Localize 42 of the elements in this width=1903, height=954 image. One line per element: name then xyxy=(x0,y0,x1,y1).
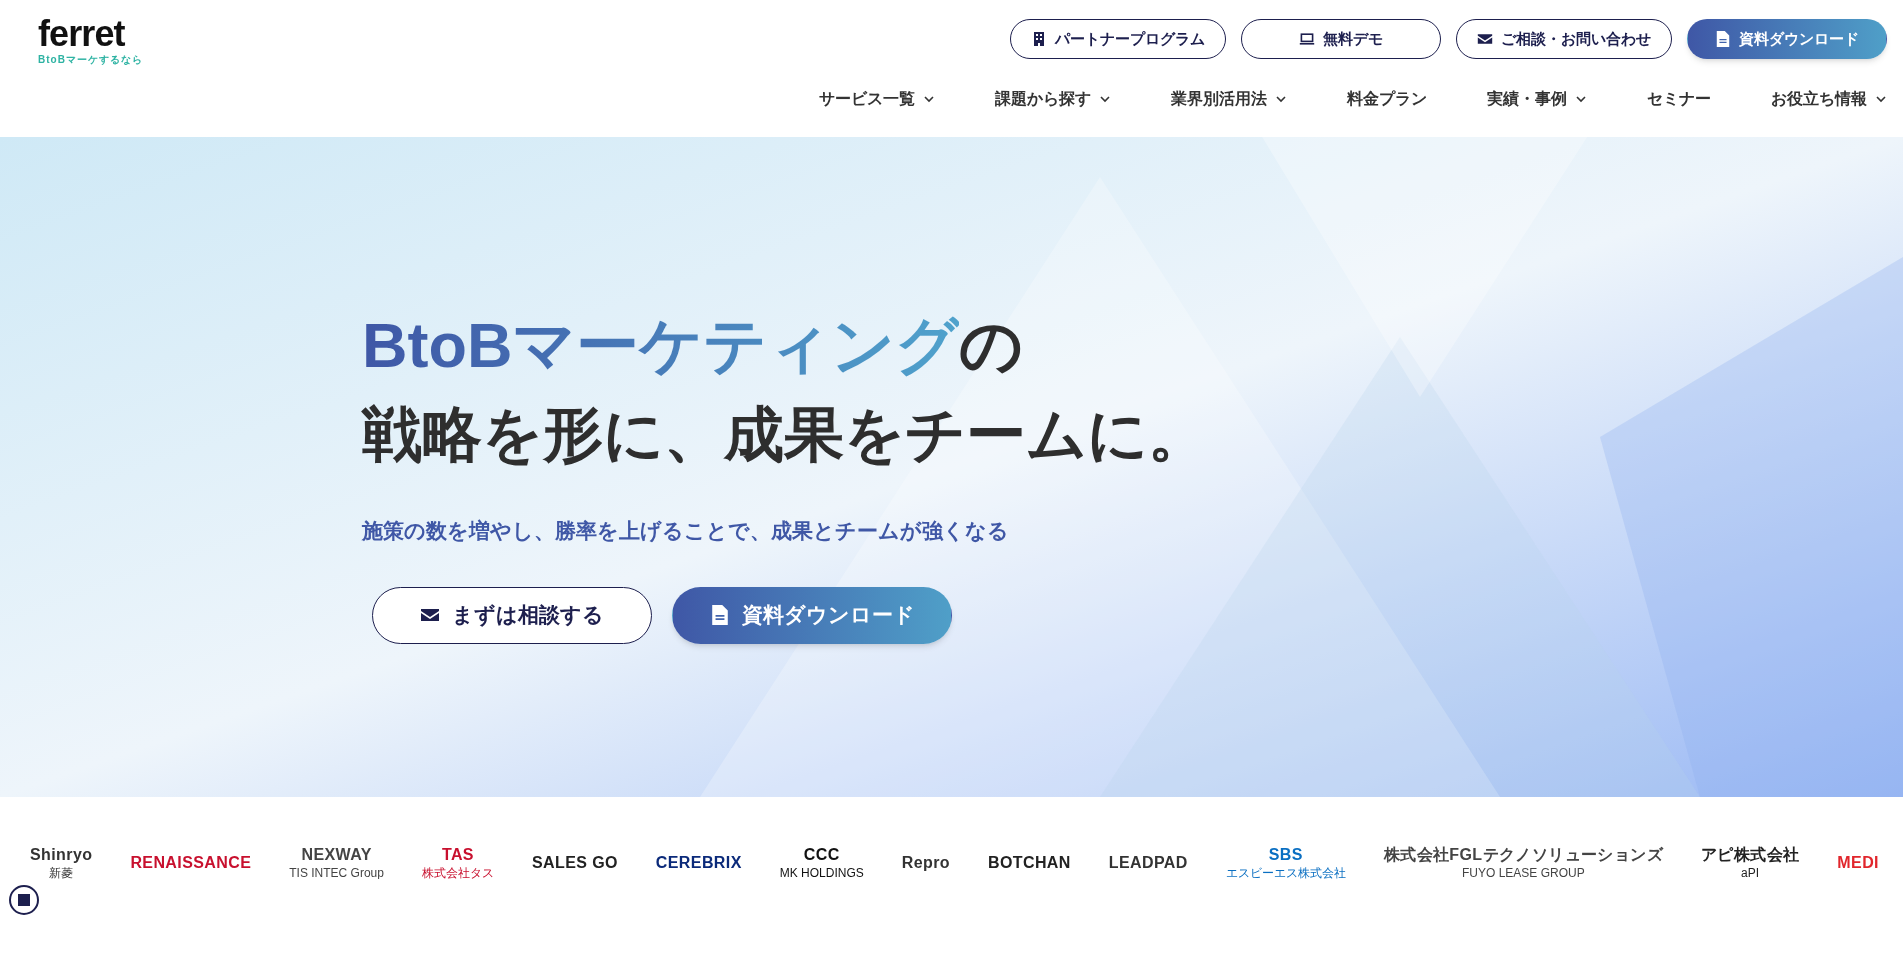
pill-button[interactable]: 無料デモ xyxy=(1241,19,1441,59)
chevron-down-icon xyxy=(1875,93,1887,105)
hero-subtitle: 施策の数を増やし、勝率を上げることで、成果とチームが強くなる xyxy=(362,518,1010,545)
chevron-down-icon xyxy=(1099,93,1111,105)
document-icon xyxy=(709,605,730,625)
client-logo: SBS エスビーエス株式会社 xyxy=(1225,847,1346,879)
nav-item[interactable]: 実績・事例 xyxy=(1487,87,1587,111)
logo-wordmark[interactable]: ferret xyxy=(38,16,143,52)
pill-button[interactable]: パートナープログラム xyxy=(1010,19,1226,59)
nav-item[interactable]: サービス一覧 xyxy=(819,87,935,111)
client-logo: RENAISSANCE xyxy=(130,855,252,871)
client-logo: CEREBRIX xyxy=(655,855,742,871)
client-logo: BOTCHAN xyxy=(987,855,1071,871)
mail-icon xyxy=(1477,31,1493,47)
client-logo: Repro xyxy=(901,855,950,871)
document-icon xyxy=(1715,31,1731,47)
client-logo: SALES GO xyxy=(531,855,618,871)
client-logo: 株式会社FGLテクノソリューションズ FUYO LEASE GROUP xyxy=(1383,847,1663,879)
building-icon xyxy=(1031,31,1047,47)
pill-button[interactable]: ご相談・お問い合わせ xyxy=(1456,19,1672,59)
download-button[interactable]: 資料ダウンロード xyxy=(1687,19,1887,59)
download-button[interactable]: 資料ダウンロード xyxy=(672,586,952,644)
chevron-down-icon xyxy=(1275,93,1287,105)
nav-item[interactable]: お役立ち情報 xyxy=(1771,87,1887,111)
nav-item[interactable]: セミナー xyxy=(1647,87,1711,111)
nav-item[interactable]: 課題から探す xyxy=(995,87,1111,111)
chevron-down-icon xyxy=(923,93,935,105)
laptop-icon xyxy=(1299,31,1315,47)
logo-tagline: BtoBマーケするなら xyxy=(38,53,143,67)
pause-button[interactable] xyxy=(9,885,39,915)
nav-item[interactable]: 料金プラン xyxy=(1347,87,1427,111)
client-logo: NEXWAY TIS INTEC Group xyxy=(289,847,384,879)
pill-button[interactable]: まずは相談する xyxy=(372,586,652,644)
client-logo: LEADPAD xyxy=(1108,855,1188,871)
client-logo: CCC MK HOLDINGS xyxy=(779,847,864,879)
chevron-down-icon xyxy=(1575,93,1587,105)
client-logo: MEDI xyxy=(1837,855,1879,871)
client-logo: TAS 株式会社タス xyxy=(421,847,494,879)
client-logo: Shinryo 新菱 xyxy=(30,847,93,879)
hero-heading: 戦略を形に、成果をチームに。 xyxy=(362,400,1209,470)
nav-item[interactable]: 業界別活用法 xyxy=(1171,87,1287,111)
client-logo: アピ株式会社 aPI xyxy=(1700,847,1800,879)
